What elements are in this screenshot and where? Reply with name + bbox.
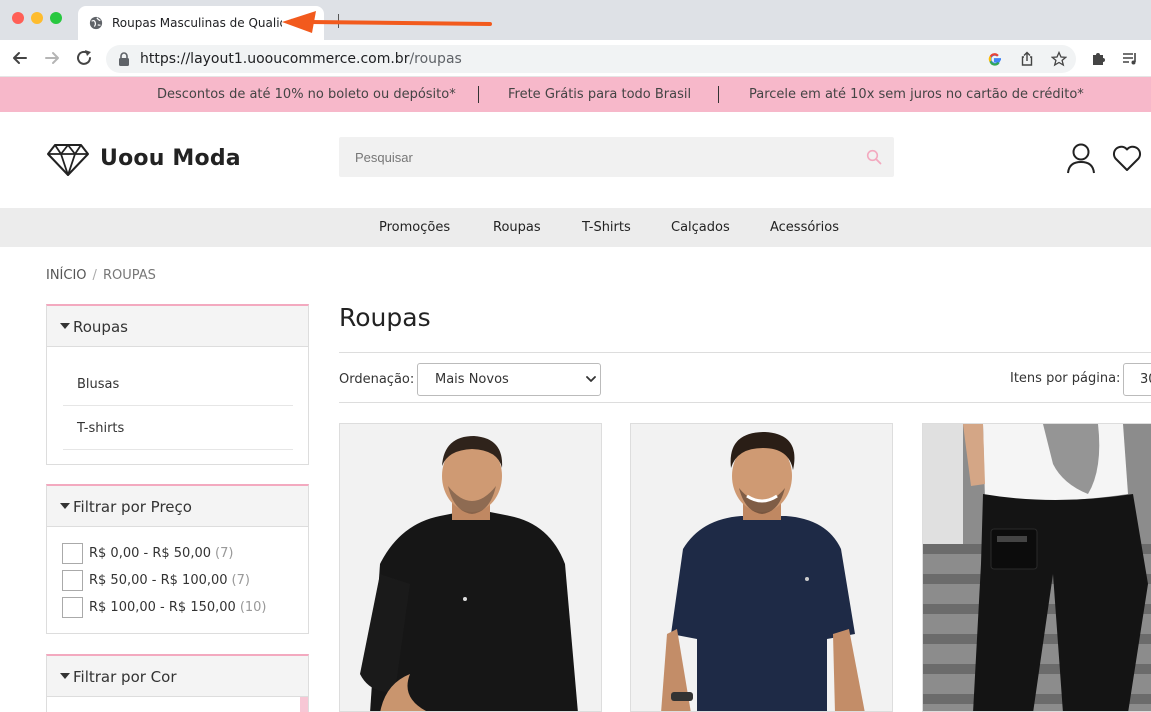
browser-toolbar: https://layout1.uooucommerce.com.br/roup…: [0, 40, 1151, 77]
nav-item-calcados[interactable]: Calçados: [671, 220, 730, 235]
price-filter-header[interactable]: Filtrar por Preço: [47, 486, 308, 527]
category-filter-panel: Roupas Blusas T-shirts: [46, 304, 309, 465]
price-range-checkbox[interactable]: [62, 570, 83, 591]
price-range-checkbox[interactable]: [62, 597, 83, 618]
promo-bar: Descontos de até 10% no boleto ou depósi…: [0, 77, 1151, 112]
browser-tab-bar: Roupas Masculinas de Qualidade ×: [0, 0, 1151, 40]
wishlist-heart-icon[interactable]: [1112, 144, 1142, 172]
extensions-puzzle-icon[interactable]: [1090, 50, 1107, 67]
annotation-arrow-icon: [282, 11, 492, 33]
items-per-page-label: Itens por página:: [1010, 371, 1121, 386]
forward-arrow-icon[interactable]: [42, 48, 62, 68]
product-image[interactable]: [340, 424, 602, 712]
chevron-down-icon: [586, 376, 596, 382]
color-filter-panel: Filtrar por Cor: [46, 654, 309, 712]
store-logo-text[interactable]: Uoou Moda: [100, 146, 241, 171]
window-zoom-button[interactable]: [50, 12, 62, 24]
price-range-count: (10): [239, 600, 267, 615]
nav-item-t-shirts[interactable]: T-Shirts: [582, 220, 631, 235]
category-link-blusas[interactable]: Blusas: [63, 362, 293, 406]
product-card[interactable]: [630, 423, 893, 712]
promo-divider: [718, 86, 719, 103]
price-range-label: R$ 0,00 - R$ 50,00: [89, 546, 211, 561]
sort-select[interactable]: Mais Novos: [417, 363, 601, 396]
caret-down-icon: [60, 323, 70, 329]
store-header: Uoou Moda: [0, 112, 1151, 208]
price-filter-title: Filtrar por Preço: [73, 498, 192, 516]
tab-title: Roupas Masculinas de Qualidade: [112, 16, 282, 30]
title-divider: [339, 352, 1151, 353]
category-filter-title: Roupas: [73, 318, 128, 336]
color-filter-scrollbar[interactable]: [300, 697, 308, 712]
back-arrow-icon[interactable]: [10, 48, 30, 68]
address-url: https://layout1.uooucommerce.com.br/roup…: [140, 51, 462, 67]
window-minimize-button[interactable]: [31, 12, 43, 24]
diamond-logo-icon[interactable]: [46, 142, 90, 178]
user-account-icon[interactable]: [1066, 142, 1096, 174]
color-filter-title: Filtrar por Cor: [73, 668, 177, 686]
nav-item-roupas[interactable]: Roupas: [493, 220, 541, 235]
price-range-count: (7): [231, 573, 250, 588]
price-range-checkbox[interactable]: [62, 543, 83, 564]
search-icon[interactable]: [866, 149, 882, 165]
color-filter-header[interactable]: Filtrar por Cor: [47, 656, 308, 697]
breadcrumb-separator: /: [92, 268, 97, 283]
caret-down-icon: [60, 673, 70, 679]
address-bar[interactable]: https://layout1.uooucommerce.com.br/roup…: [106, 45, 1076, 73]
product-image[interactable]: [923, 424, 1151, 712]
promo-message-shipping: Frete Grátis para todo Brasil: [508, 87, 692, 102]
price-range-label: R$ 100,00 - R$ 150,00: [89, 600, 236, 615]
sort-label: Ordenação:: [339, 372, 415, 387]
caret-down-icon: [60, 503, 70, 509]
share-icon[interactable]: [1019, 51, 1035, 67]
product-card[interactable]: [339, 423, 602, 712]
price-range-label: R$ 50,00 - R$ 100,00: [89, 573, 228, 588]
category-link-t-shirts[interactable]: T-shirts: [63, 406, 293, 450]
promo-divider: [478, 86, 479, 103]
category-filter-header[interactable]: Roupas: [47, 306, 308, 347]
nav-item-acessorios[interactable]: Acessórios: [770, 220, 839, 235]
lock-icon: [119, 52, 129, 66]
promo-message-discount: Descontos de até 10% no boleto ou depósi…: [157, 87, 456, 102]
price-filter-panel: Filtrar por Preço R$ 0,00 - R$ 50,00 (7) …: [46, 484, 309, 634]
price-range-count: (7): [215, 546, 234, 561]
media-queue-icon[interactable]: [1122, 50, 1139, 67]
window-close-button[interactable]: [12, 12, 24, 24]
breadcrumb-home-link[interactable]: INÍCIO: [46, 268, 87, 283]
promo-message-installments: Parcele em até 10x sem juros no cartão d…: [749, 87, 1084, 102]
product-image[interactable]: [631, 424, 893, 712]
items-per-page-select[interactable]: 30: [1123, 363, 1151, 396]
nav-item-promocoes[interactable]: Promoções: [379, 220, 450, 235]
breadcrumb-current: ROUPAS: [102, 268, 156, 283]
google-icon[interactable]: [987, 51, 1003, 67]
product-card[interactable]: [922, 423, 1151, 712]
globe-icon: [89, 16, 103, 30]
bookmark-star-icon[interactable]: [1051, 51, 1067, 67]
toolbar-divider: [339, 402, 1151, 403]
reload-icon[interactable]: [74, 48, 94, 68]
category-navigation: Promoções Roupas T-Shirts Calçados Acess…: [0, 208, 1151, 247]
search-input[interactable]: [339, 137, 894, 177]
breadcrumb: INÍCIO / ROUPAS: [46, 268, 156, 283]
page-title: Roupas: [339, 303, 431, 332]
